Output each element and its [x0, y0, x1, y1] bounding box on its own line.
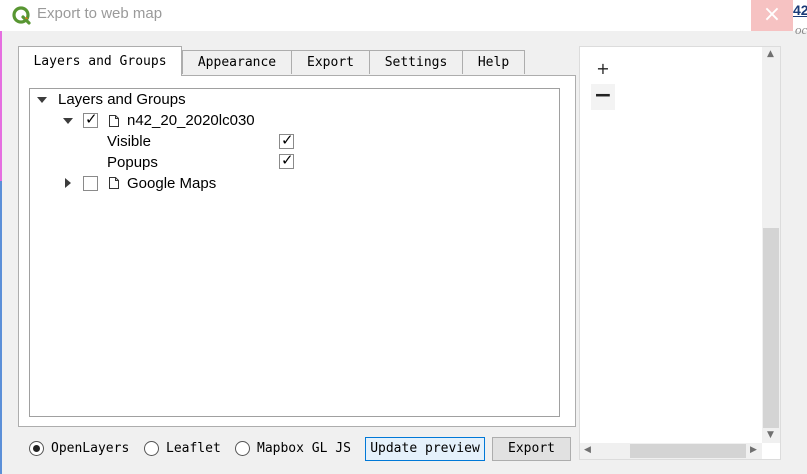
- layers-tab-page: Layers and Groups ✓ n42_20_2020lc030 Vis…: [18, 75, 576, 427]
- zoom-out-button[interactable]: −: [591, 84, 615, 110]
- file-icon: [109, 115, 119, 127]
- check-icon: ✓: [281, 131, 294, 149]
- layers-tree: Layers and Groups ✓ n42_20_2020lc030 Vis…: [29, 88, 560, 417]
- close-icon: ×: [762, 2, 782, 27]
- radio-leaflet-label[interactable]: Leaflet: [166, 440, 221, 458]
- background-window-edge: [0, 31, 2, 181]
- background-window-text: 42: [793, 2, 807, 18]
- tab-help[interactable]: Help: [462, 50, 525, 74]
- expand-arrow-icon[interactable]: [65, 178, 71, 188]
- layer-name[interactable]: n42_20_2020lc030: [127, 111, 255, 131]
- background-window-subtext: oc: [795, 22, 807, 37]
- vertical-scrollbar[interactable]: ▲ ▼: [762, 47, 780, 443]
- radio-mapbox-label[interactable]: Mapbox GL JS: [257, 440, 351, 458]
- visible-checkbox[interactable]: ✓: [279, 131, 294, 149]
- radio-mapbox[interactable]: [235, 441, 250, 456]
- tab-label: Help: [477, 55, 510, 70]
- collapse-arrow-icon[interactable]: [37, 97, 47, 103]
- tab-settings[interactable]: Settings: [369, 50, 463, 74]
- option-visible-label: Visible: [107, 133, 151, 150]
- horizontal-scrollbar[interactable]: ◀ ▶: [580, 443, 762, 459]
- title-bar: Export to web map × 42 oc: [0, 0, 807, 37]
- popups-checkbox[interactable]: ✓: [279, 151, 294, 169]
- check-icon: ✓: [281, 151, 294, 169]
- zoom-in-button[interactable]: +: [591, 58, 615, 80]
- scroll-thumb[interactable]: [763, 228, 779, 428]
- update-preview-button[interactable]: Update preview: [365, 437, 485, 461]
- qgis-logo-icon: [12, 6, 31, 25]
- tab-label: Layers and Groups: [33, 54, 167, 69]
- tab-label: Appearance: [197, 55, 277, 70]
- scroll-left-arrow-icon[interactable]: ◀: [584, 445, 591, 455]
- close-button[interactable]: ×: [751, 0, 793, 31]
- tab-label: Export: [307, 55, 354, 70]
- radio-openlayers-label[interactable]: OpenLayers: [51, 440, 129, 458]
- option-popups-label: Popups: [107, 154, 158, 171]
- file-icon: [109, 177, 119, 189]
- tab-export[interactable]: Export: [291, 50, 370, 74]
- scroll-down-arrow-icon[interactable]: ▼: [767, 430, 774, 440]
- tab-appearance[interactable]: Appearance: [182, 50, 292, 74]
- scroll-right-arrow-icon[interactable]: ▶: [750, 445, 757, 455]
- layer-checkbox[interactable]: ✓: [83, 110, 98, 128]
- scroll-up-arrow-icon[interactable]: ▲: [767, 49, 774, 59]
- radio-leaflet[interactable]: [144, 441, 159, 456]
- layer-name[interactable]: Google Maps: [127, 174, 216, 194]
- map-preview[interactable]: + − ▲ ▼ ◀ ▶: [579, 46, 781, 460]
- collapse-arrow-icon[interactable]: [63, 118, 73, 124]
- scroll-thumb[interactable]: [630, 444, 746, 458]
- tab-label: Settings: [384, 55, 448, 70]
- tree-root-label: Layers and Groups: [58, 91, 186, 108]
- window-title: Export to web map: [37, 5, 163, 22]
- layer-checkbox[interactable]: [83, 176, 98, 191]
- radio-openlayers[interactable]: [29, 441, 44, 456]
- background-window-edge: [0, 181, 2, 474]
- tab-layers-and-groups[interactable]: Layers and Groups: [18, 46, 182, 76]
- export-button[interactable]: Export: [492, 437, 571, 461]
- check-icon: ✓: [85, 110, 98, 128]
